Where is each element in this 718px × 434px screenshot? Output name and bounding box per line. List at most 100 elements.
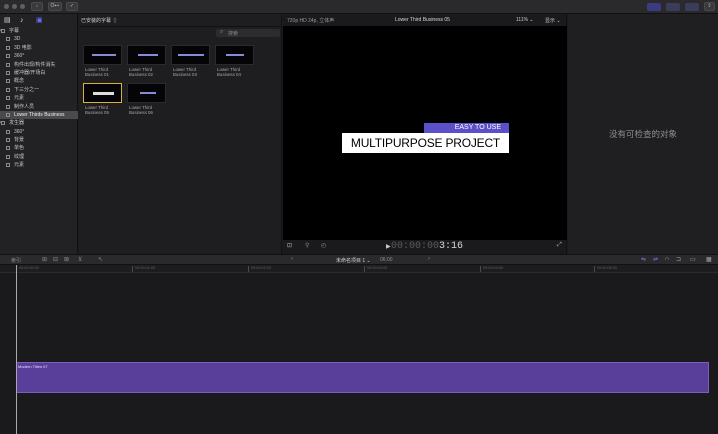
browser-header: 已安装的字幕 ⇧ (79, 14, 282, 27)
sidebar-item[interactable]: 缓冲器/开场白 (0, 69, 78, 77)
fullscreen-icon[interactable]: ⤢ (557, 242, 562, 249)
import-button[interactable]: ↓ (31, 2, 43, 11)
skimming-icon[interactable]: ⇋ (641, 256, 646, 263)
effects-icon[interactable]: ♪ (20, 17, 27, 24)
forward-arrow-icon[interactable]: › (428, 256, 430, 262)
show-inspector-button[interactable] (685, 3, 699, 11)
sidebar-item[interactable]: 元素 (0, 94, 78, 102)
speed-icon[interactable]: ◴ (321, 242, 326, 249)
category-icon (6, 146, 10, 151)
sidebar-item-label: 下三分之一 (14, 86, 40, 93)
solo-icon[interactable]: ∩ (665, 256, 669, 262)
thumbnail-preview (171, 45, 210, 65)
timeline-toolbar: 索引 ⊞ ⊟ ⊠ ⊻ ↖ ‹ 未命名项目 1 ⌄ 06:00 › ⇋ ⇌ ∩ ⊐… (0, 254, 718, 265)
audio-skimming-icon[interactable]: ⇌ (653, 256, 658, 263)
preview-bar (178, 54, 204, 56)
close-window-button[interactable] (4, 4, 9, 9)
zoom-window-button[interactable] (20, 4, 25, 9)
index-button[interactable]: 索引 (11, 257, 21, 264)
thumbnail-caption-line2: Business 03 (173, 72, 197, 77)
browser-title[interactable]: 已安装的字幕 ⇧ (81, 17, 117, 24)
share-button[interactable]: ⇪ (704, 2, 715, 11)
viewer-panel: 720p HD 24p, 立体声 Lower Third Business 05… (283, 14, 567, 254)
sidebar-item[interactable]: 3D (0, 35, 78, 43)
clip-label: Modern Titles 07 (18, 364, 48, 369)
sidebar-item[interactable]: 元素 (0, 161, 78, 169)
titles-icon[interactable]: ▣ (36, 17, 43, 24)
title-thumbnail[interactable]: Lower Third Business 03 (171, 45, 210, 78)
sidebar-item-label: 3D 电影 (14, 44, 32, 51)
ruler-tick: 00:00:02:00 (248, 266, 271, 272)
play-button[interactable]: ▶ (386, 243, 391, 250)
clip-append-icon[interactable]: ⊞ (42, 256, 47, 263)
sidebar-item[interactable]: 单色 (0, 144, 78, 152)
title-thumbnail[interactable]: Lower Third Business 06 (127, 83, 166, 116)
sidebar-item[interactable]: ▾ 字幕 (0, 27, 78, 35)
clip-overwrite-icon[interactable]: ⊠ (64, 256, 69, 263)
title-thumbnail[interactable]: Lower Third Business 05 (83, 83, 122, 116)
playhead[interactable] (16, 265, 17, 434)
keywords-button[interactable]: O⊷ (48, 2, 62, 11)
sidebar-item-label: 发生器 (9, 120, 25, 127)
thumbnail-preview (83, 45, 122, 65)
thumbnail-preview (83, 83, 122, 103)
preview-bar (92, 54, 116, 56)
preview-bar (138, 54, 158, 56)
category-icon (6, 87, 10, 92)
sidebar-item[interactable]: 制作人员 (0, 103, 78, 111)
ruler-tick: 00:00:03:00 (364, 266, 387, 272)
titles-sidebar: ▤ ♪ ▣ ▾ 字幕 3D 3D 电影 360° 构件出现/构件消失 缓冲器/开场白 概念 下三… (0, 14, 78, 254)
lower-third-headline: MULTIPURPOSE PROJECT (342, 133, 509, 153)
transform-tool-icon[interactable]: ⊡ (287, 242, 292, 249)
sidebar-item[interactable]: ▾ 发生器 (0, 119, 78, 127)
title-clip[interactable]: Modern Titles 07 (16, 362, 709, 393)
project-name[interactable]: 未命名项目 1 ⌄ (336, 257, 371, 264)
sidebar-item-label: 元素 (14, 162, 25, 169)
thumbnail-caption: Lower Third Business 01 (85, 67, 125, 77)
sidebar-item[interactable]: 背景 (0, 136, 78, 144)
title-thumbnail[interactable]: Lower Third Business 04 (215, 45, 254, 78)
view-options-dropdown[interactable]: 显示 ⌄ (545, 17, 561, 24)
sidebar-item[interactable]: 下三分之一 (0, 86, 78, 94)
sidebar-item[interactable]: 360° (0, 128, 78, 136)
viewer-header: 720p HD 24p, 立体声 Lower Third Business 05… (283, 14, 567, 26)
sidebar-item[interactable]: 构件出现/构件消失 (0, 61, 78, 69)
timeline-index-icon[interactable]: ▦ (706, 256, 712, 263)
sidebar-item-label: 360° (14, 53, 25, 60)
ruler-tick: 00:00:05:00 (594, 266, 617, 272)
timeline-ruler[interactable]: 00:00:00:00 00:00:01:00 00:00:02:00 00:0… (0, 265, 718, 273)
timeline-area[interactable] (0, 273, 718, 434)
minimize-window-button[interactable] (12, 4, 17, 9)
show-browser-button[interactable] (647, 3, 661, 11)
ruler-tick: 00:00:00:00 (16, 266, 39, 272)
clip-appearance-icon[interactable]: ▭ (690, 256, 696, 263)
select-tool-icon[interactable]: ↖ (98, 256, 103, 263)
sidebar-item[interactable]: 3D 电影 (0, 44, 78, 52)
edit-options-icon[interactable]: ⊻ (78, 256, 82, 263)
category-icon (6, 163, 10, 168)
clip-insert-icon[interactable]: ⊟ (53, 256, 58, 263)
timecode-value: 3:16 (439, 241, 464, 252)
search-input[interactable]: ⌕ 搜索 (216, 29, 280, 37)
sidebar-item-label: 360° (14, 128, 25, 135)
viewer-canvas[interactable]: EASY TO USE MULTIPURPOSE PROJECT (283, 26, 567, 240)
snapping-icon[interactable]: ⊐ (676, 256, 681, 263)
back-arrow-icon[interactable]: ‹ (291, 256, 293, 262)
sidebar-item[interactable]: 纹理 (0, 153, 78, 161)
thumbnail-caption: Lower Third Business 06 (129, 105, 169, 115)
enhance-icon[interactable]: ⚲ (305, 242, 309, 249)
category-icon (6, 112, 10, 117)
sidebar-item[interactable]: Lower Thirds Business (0, 110, 78, 120)
show-timeline-button[interactable] (666, 3, 680, 11)
sidebar-item[interactable]: 360° (0, 52, 78, 60)
lower-third-tagline: EASY TO USE (424, 123, 509, 133)
zoom-dropdown[interactable]: 111% ⌄ (516, 17, 534, 23)
ruler-tick: 00:00:04:00 (480, 266, 503, 272)
sidebar-list: ▾ 字幕 3D 3D 电影 360° 构件出现/构件消失 缓冲器/开场白 概念 下三分之一 元素制… (0, 27, 78, 170)
thumbnail-preview (127, 45, 166, 65)
media-library-icon[interactable]: ▤ (4, 17, 11, 24)
title-thumbnail[interactable]: Lower Third Business 01 (83, 45, 122, 78)
background-tasks-button[interactable]: ✓ (66, 2, 78, 11)
sidebar-item[interactable]: 概念 (0, 77, 78, 85)
title-thumbnail[interactable]: Lower Third Business 02 (127, 45, 166, 78)
